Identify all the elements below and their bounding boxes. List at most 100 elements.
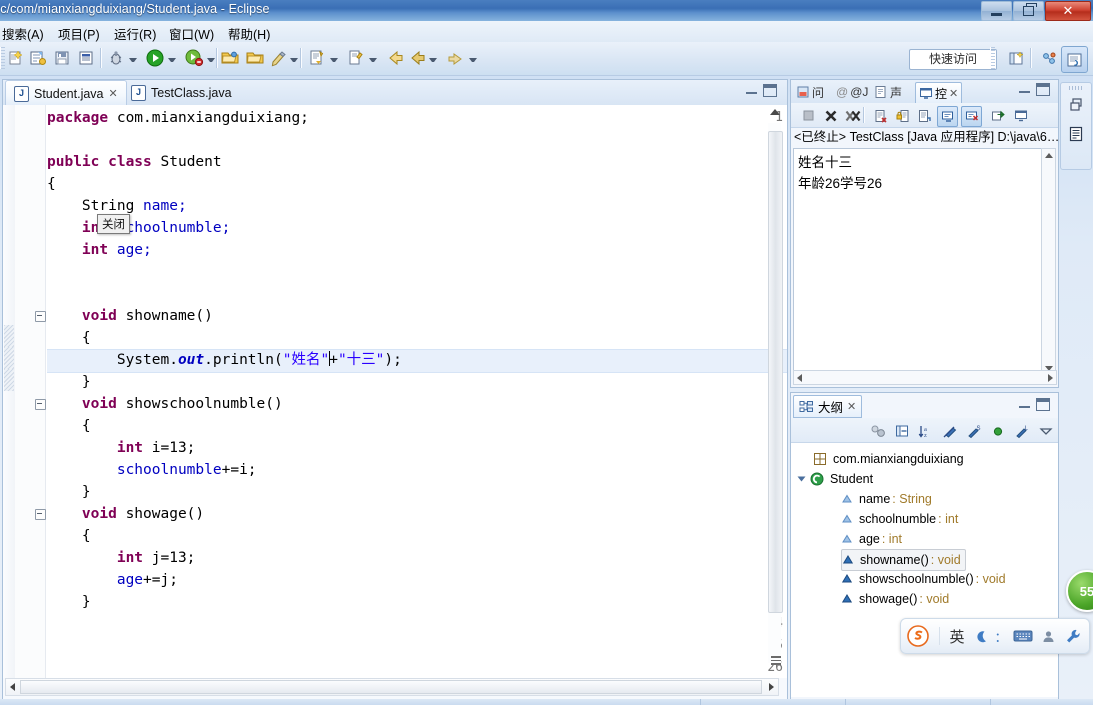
outline-item-showname[interactable]: showname() : void <box>841 549 966 571</box>
maximize-icon[interactable] <box>1036 398 1050 411</box>
open-console-icon[interactable] <box>989 106 1008 125</box>
forward-dropdown-arrow-icon[interactable] <box>468 55 477 64</box>
last-edit-dropdown-icon[interactable] <box>368 55 377 64</box>
open-perspective-icon[interactable] <box>1004 46 1029 71</box>
print-icon[interactable] <box>74 46 98 70</box>
java-perspective-icon[interactable] <box>1061 46 1088 73</box>
outline-view-icon[interactable] <box>1067 125 1085 143</box>
next-annotation-dropdown-icon[interactable] <box>329 55 338 64</box>
code-line[interactable]: { <box>47 327 763 349</box>
scrollbar-thumb[interactable] <box>768 131 783 613</box>
editor-tab-student-java[interactable]: J Student.java ✕ <box>5 80 127 106</box>
close-icon[interactable]: ✕ <box>949 87 958 100</box>
scrollbar-thumb[interactable] <box>20 680 762 694</box>
close-icon[interactable]: ✕ <box>847 400 856 413</box>
code-line[interactable] <box>47 129 763 151</box>
code-line[interactable]: } <box>47 591 763 613</box>
code-line[interactable]: int schoolnumble; <box>47 217 763 239</box>
code-line[interactable]: System.out.println("姓名"+"十三"); <box>47 349 763 371</box>
scroll-left-arrow-icon[interactable] <box>10 683 15 691</box>
code-line[interactable]: int j=13; <box>47 547 763 569</box>
code-line[interactable]: } <box>47 481 763 503</box>
open-type-icon[interactable] <box>218 46 242 70</box>
code-line[interactable]: schoolnumble+=i; <box>47 459 763 481</box>
new-console-view-icon[interactable] <box>1011 106 1030 125</box>
outline-item-commianxiangduixiang[interactable]: com.mianxiangduixiang <box>813 449 964 469</box>
code-line[interactable]: package com.mianxiangduixiang; <box>47 107 763 129</box>
word-wrap-icon[interactable] <box>915 106 934 125</box>
outline-item-showage[interactable]: showage() : void <box>841 589 949 609</box>
code-line[interactable] <box>47 635 763 657</box>
code-line[interactable]: void showage() <box>47 503 763 525</box>
debug-dropdown-arrow-icon[interactable] <box>128 55 137 64</box>
sort-icon[interactable]: az <box>917 422 935 440</box>
code-line[interactable]: void showschoolnumble() <box>47 393 763 415</box>
code-line[interactable]: int age; <box>47 239 763 261</box>
scroll-right-arrow-icon[interactable] <box>769 683 774 691</box>
forward-history-icon[interactable] <box>444 46 468 70</box>
outline-item-age[interactable]: age : int <box>841 529 902 549</box>
maximize-icon[interactable] <box>763 84 777 97</box>
expander-arrow-icon[interactable] <box>797 476 806 482</box>
scroll-lock-icon[interactable] <box>893 106 912 125</box>
fold-toggle-icon[interactable] <box>35 509 46 520</box>
run-dropdown-arrow-icon[interactable] <box>167 55 176 64</box>
code-line[interactable] <box>47 657 763 678</box>
coverage-icon[interactable] <box>182 46 206 70</box>
fold-toggle-icon[interactable] <box>35 399 46 410</box>
moon-icon[interactable] <box>970 619 992 653</box>
tab-problems[interactable]: 问 <box>793 82 827 102</box>
editor-tab-testclass-java[interactable]: J TestClass.java <box>123 80 240 105</box>
last-edit-location-icon[interactable] <box>344 46 368 70</box>
code-line[interactable] <box>47 613 763 635</box>
outline-item-name[interactable]: name : String <box>841 489 932 509</box>
java-browsing-perspective-icon[interactable] <box>1036 46 1061 71</box>
sogou-logo-icon[interactable] <box>901 619 935 653</box>
code-line[interactable] <box>47 283 763 305</box>
code-line[interactable]: { <box>47 415 763 437</box>
search-icon[interactable] <box>267 46 291 70</box>
drag-grip[interactable] <box>1069 86 1083 90</box>
close-icon[interactable]: ✕ <box>109 87 118 100</box>
status-badge[interactable]: 55 <box>1066 570 1093 612</box>
settings-wrench-icon[interactable] <box>1060 619 1086 653</box>
restore-view-icon[interactable] <box>1067 95 1085 113</box>
code-line[interactable]: public class Student <box>47 151 763 173</box>
remove-launch-icon[interactable] <box>821 106 840 125</box>
code-line[interactable]: { <box>47 525 763 547</box>
focus-on-active-task-icon[interactable] <box>869 422 887 440</box>
restore-button[interactable] <box>1013 1 1044 21</box>
collapse-all-icon[interactable] <box>893 422 911 440</box>
coverage-dropdown-arrow-icon[interactable] <box>206 55 215 64</box>
menu-item-help[interactable]: 帮助(H) <box>228 24 270 43</box>
new-java-project-icon[interactable] <box>26 46 50 70</box>
menu-item-run[interactable]: 运行(R) <box>114 24 156 43</box>
maximize-icon[interactable] <box>1036 83 1050 96</box>
minimize-icon[interactable] <box>746 86 757 95</box>
fold-toggle-icon[interactable] <box>35 311 46 322</box>
code-line[interactable]: void showname() <box>47 305 763 327</box>
pin-console-icon[interactable] <box>937 106 958 127</box>
tab-declaration[interactable]: 声 <box>871 82 905 102</box>
display-selected-console-icon[interactable] <box>961 106 982 127</box>
code-line[interactable]: age+=j; <box>47 569 763 591</box>
remove-all-terminated-icon[interactable] <box>843 106 862 125</box>
minimize-button[interactable] <box>981 1 1012 21</box>
debug-icon[interactable] <box>104 46 128 70</box>
search-dropdown-arrow-icon[interactable] <box>289 55 298 64</box>
quick-access-input[interactable]: 快速访问 <box>909 49 997 70</box>
clear-console-icon[interactable] <box>871 106 890 125</box>
save-icon[interactable] <box>50 46 74 70</box>
terminate-icon[interactable] <box>799 106 818 125</box>
code-canvas[interactable]: 1234567891011121314151617181920212223242… <box>3 105 787 678</box>
menu-item-search[interactable]: 搜索(A) <box>2 24 44 43</box>
outline-item-showschoolnumble[interactable]: showschoolnumble() : void <box>841 569 1006 589</box>
tab-javadoc[interactable]: @ @J <box>833 82 871 102</box>
editor-vertical-scrollbar[interactable] <box>768 123 783 663</box>
console-output[interactable]: 姓名十三 年龄26学号26 <box>793 148 1054 382</box>
tab-outline[interactable]: 大纲 ✕ <box>793 395 863 418</box>
console-horizontal-scrollbar[interactable] <box>793 370 1057 385</box>
code-line[interactable]: { <box>47 173 763 195</box>
menu-item-project[interactable]: 项目(P) <box>58 24 100 43</box>
punctuation-icon[interactable]: ： <box>992 619 1010 653</box>
